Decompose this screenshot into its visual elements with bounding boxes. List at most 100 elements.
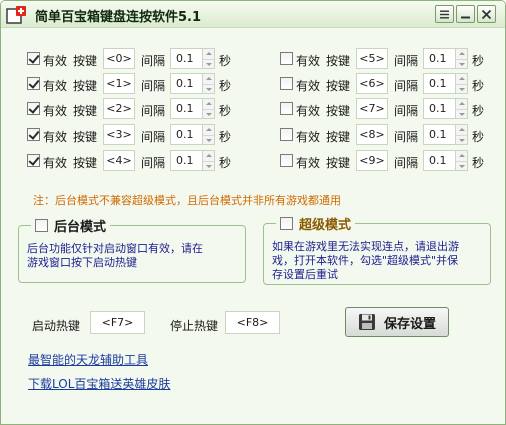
row-key-input[interactable]: <6>	[356, 73, 388, 94]
row-interval-spinner[interactable]	[202, 73, 215, 94]
row-key-label: 按键	[326, 156, 351, 170]
row-key-input[interactable]: <1>	[103, 73, 135, 94]
row-second-label: 秒	[472, 79, 485, 93]
row-interval-label: 间隔	[141, 79, 166, 93]
row-enabled-checkbox[interactable]	[280, 77, 293, 90]
spin-up-icon[interactable]	[203, 125, 214, 134]
background-mode-desc-line: 游戏窗口按下启动热键	[27, 256, 137, 269]
tianlong-tool-link[interactable]: 最智能的天龙辅助工具	[28, 351, 148, 368]
row-enabled-label: 有效	[296, 79, 321, 93]
row-enabled-label: 有效	[43, 79, 68, 93]
spin-down-icon[interactable]	[456, 84, 467, 93]
row-interval-spinner[interactable]	[455, 48, 468, 69]
row-enabled-checkbox[interactable]	[27, 77, 40, 90]
row-enabled-checkbox[interactable]	[280, 128, 293, 141]
main-window: 简单百宝箱键盘连按软件5.1 有效 按键 <0> 间隔 0.1 秒 有效 按键 …	[0, 0, 506, 425]
key-row: 有效 按键 <3> 间隔 0.1 秒	[27, 124, 242, 146]
row-interval-spinner[interactable]	[455, 124, 468, 145]
row-enabled-label: 有效	[296, 104, 321, 118]
spin-up-icon[interactable]	[456, 99, 467, 108]
spin-down-icon[interactable]	[456, 135, 467, 144]
spin-down-icon[interactable]	[456, 161, 467, 170]
row-interval-spinner[interactable]	[202, 150, 215, 171]
row-interval-spinner[interactable]	[455, 73, 468, 94]
row-interval-spinner[interactable]	[202, 124, 215, 145]
row-enabled-label: 有效	[296, 54, 321, 68]
super-mode-desc-line: 如果在游戏里无法实现连点，请退出游	[272, 240, 459, 253]
start-hotkey-input[interactable]: <F7>	[90, 311, 145, 334]
key-row: 有效 按键 <9> 间隔 0.1 秒	[280, 150, 495, 172]
spin-down-icon[interactable]	[203, 84, 214, 93]
row-key-input[interactable]: <0>	[103, 48, 135, 69]
row-enabled-checkbox[interactable]	[27, 52, 40, 65]
spin-down-icon[interactable]	[203, 135, 214, 144]
row-key-input[interactable]: <9>	[356, 150, 388, 171]
spin-up-icon[interactable]	[456, 151, 467, 160]
spin-up-icon[interactable]	[203, 74, 214, 83]
row-key-input[interactable]: <5>	[356, 48, 388, 69]
row-interval-label: 间隔	[394, 79, 419, 93]
spin-up-icon[interactable]	[203, 99, 214, 108]
stop-hotkey-input[interactable]: <F8>	[225, 311, 280, 334]
close-button[interactable]	[477, 5, 496, 23]
row-enabled-label: 有效	[43, 104, 68, 118]
save-settings-label: 保存设置	[383, 316, 436, 332]
help-icon	[440, 10, 449, 18]
key-row: 有效 按键 <8> 间隔 0.1 秒	[280, 124, 495, 146]
title-bar: 简单百宝箱键盘连按软件5.1	[1, 1, 505, 28]
spin-down-icon[interactable]	[456, 109, 467, 118]
row-enabled-label: 有效	[43, 54, 68, 68]
spin-up-icon[interactable]	[456, 125, 467, 134]
key-row: 有效 按键 <2> 间隔 0.1 秒	[27, 98, 242, 120]
background-mode-group: 后台模式 后台功能仅针对启动窗口有效，请在 游戏窗口按下启动热键	[18, 217, 246, 283]
super-mode-desc-line: 存设置后重试	[272, 268, 338, 281]
spin-down-icon[interactable]	[456, 59, 467, 68]
minimize-button[interactable]	[456, 5, 475, 23]
spin-down-icon[interactable]	[203, 109, 214, 118]
spin-up-icon[interactable]	[203, 151, 214, 160]
row-enabled-checkbox[interactable]	[27, 102, 40, 115]
row-interval-label: 间隔	[141, 54, 166, 68]
super-mode-desc-line: 戏，打开本软件，勾选"超级模式"并保	[272, 254, 459, 267]
help-button[interactable]	[435, 5, 454, 23]
row-interval-spinner[interactable]	[202, 48, 215, 69]
row-second-label: 秒	[472, 54, 485, 68]
row-key-input[interactable]: <8>	[356, 124, 388, 145]
spin-up-icon[interactable]	[456, 74, 467, 83]
row-interval-label: 间隔	[394, 130, 419, 144]
compatibility-note: 注：后台模式不兼容超级模式，且后台模式并非所有游戏都通用	[33, 194, 341, 207]
row-key-input[interactable]: <4>	[103, 150, 135, 171]
row-key-input[interactable]: <2>	[103, 98, 135, 119]
spin-up-icon[interactable]	[456, 49, 467, 58]
key-row: 有效 按键 <7> 间隔 0.1 秒	[280, 98, 495, 120]
row-enabled-checkbox[interactable]	[280, 102, 293, 115]
row-interval-spinner[interactable]	[202, 98, 215, 119]
row-interval-spinner[interactable]	[455, 98, 468, 119]
row-key-input[interactable]: <7>	[356, 98, 388, 119]
row-key-input[interactable]: <3>	[103, 124, 135, 145]
key-row: 有效 按键 <6> 间隔 0.1 秒	[280, 73, 495, 95]
super-mode-legend: 超级模式	[276, 215, 356, 233]
row-interval-label: 间隔	[394, 156, 419, 170]
row-enabled-checkbox[interactable]	[280, 52, 293, 65]
spin-down-icon[interactable]	[203, 59, 214, 68]
save-settings-button[interactable]: 保存设置	[345, 307, 449, 337]
background-mode-checkbox[interactable]	[35, 219, 48, 232]
row-second-label: 秒	[219, 104, 232, 118]
spin-up-icon[interactable]	[203, 49, 214, 58]
key-row: 有效 按键 <1> 间隔 0.1 秒	[27, 73, 242, 95]
row-key-label: 按键	[73, 54, 98, 68]
stop-hotkey-label: 停止热键	[170, 319, 219, 333]
row-key-label: 按键	[73, 156, 98, 170]
row-key-label: 按键	[326, 79, 351, 93]
background-mode-desc-line: 后台功能仅针对启动窗口有效，请在	[27, 242, 203, 255]
row-enabled-checkbox[interactable]	[27, 154, 40, 167]
row-enabled-checkbox[interactable]	[27, 128, 40, 141]
background-mode-legend: 后台模式	[31, 217, 111, 235]
row-interval-spinner[interactable]	[455, 150, 468, 171]
lol-download-link[interactable]: 下载LOL百宝箱送英雄皮肤	[28, 375, 170, 392]
super-mode-checkbox[interactable]	[280, 217, 293, 230]
row-enabled-checkbox[interactable]	[280, 154, 293, 167]
spin-down-icon[interactable]	[203, 161, 214, 170]
key-row: 有效 按键 <5> 间隔 0.1 秒	[280, 48, 495, 70]
